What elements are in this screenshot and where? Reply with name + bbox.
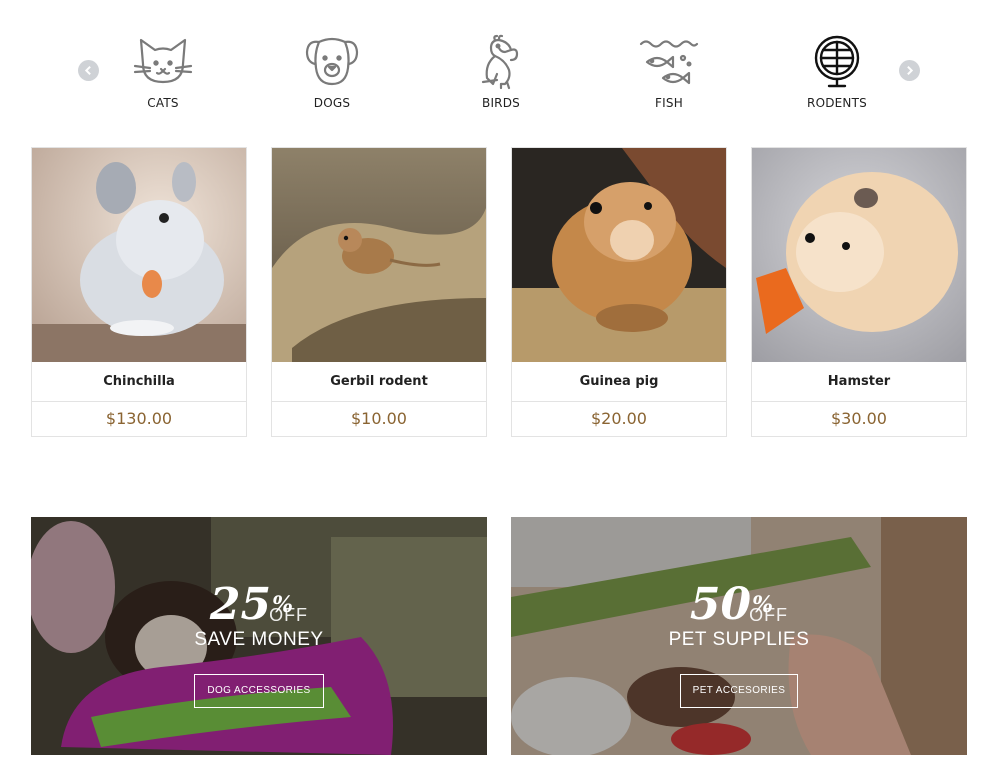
promo-text: 25%OFF SAVE MONEY DOG ACCESSORIES [31,583,487,708]
pet-accessories-button[interactable]: PET ACCESORIES [679,674,799,708]
chevron-right-icon [907,65,914,76]
discount-off-label: OFF [749,605,789,625]
bird-icon [481,34,519,90]
product-price: $130.00 [105,409,173,428]
category-rodents[interactable]: RODENTS [777,34,897,110]
hamster-wheel-icon [814,35,860,88]
product-name[interactable]: Guinea pig [512,362,726,402]
dog-icon [305,37,359,86]
category-label: BIRDS [482,96,520,110]
category-birds[interactable]: BIRDS [441,34,561,110]
fish-icon [639,40,699,85]
promo-text: 50%OFF PET SUPPLIES PET ACCESORIES [511,583,967,708]
promo-banner-dog-accessories[interactable]: 25%OFF SAVE MONEY DOG ACCESSORIES [31,517,487,755]
chinchilla-photo [32,148,246,362]
discount-off-label: OFF [269,605,309,625]
product-image-hamster[interactable] [752,148,966,362]
product-card[interactable]: Guinea pig $20.00 [511,147,727,437]
product-card[interactable]: Chinchilla $130.00 [31,147,247,437]
category-cats[interactable]: CATS [103,34,223,110]
product-card[interactable]: Gerbil rodent $10.00 [271,147,487,437]
cat-icon [133,38,193,84]
category-label: FISH [655,96,683,110]
category-label: RODENTS [807,96,867,110]
product-name[interactable]: Hamster [752,362,966,402]
chevron-left-icon [84,65,91,76]
guinea-pig-photo [512,148,726,362]
product-image-gerbil[interactable] [272,148,486,362]
carousel-prev-button[interactable] [78,60,99,81]
product-name[interactable]: Chinchilla [32,362,246,402]
category-dogs[interactable]: DOGS [272,34,392,110]
product-price: $20.00 [591,409,647,428]
product-card[interactable]: Hamster $30.00 [751,147,967,437]
gerbil-photo [272,148,486,362]
category-label: DOGS [313,96,351,110]
product-price: $30.00 [831,409,887,428]
product-name[interactable]: Gerbil rodent [272,362,486,402]
category-label: CATS [147,96,179,110]
carousel-next-button[interactable] [899,60,920,81]
promo-subtitle: PET SUPPLIES [668,629,810,650]
hamster-photo [752,148,966,362]
promo-banner-pet-supplies[interactable]: 50%OFF PET SUPPLIES PET ACCESORIES [511,517,967,755]
product-image-guinea-pig[interactable] [512,148,726,362]
dog-accessories-button[interactable]: DOG ACCESSORIES [194,674,324,708]
category-carousel: CATS DOGS BIRDS FISH RODENTS [0,0,1005,130]
category-fish[interactable]: FISH [609,34,729,110]
promo-subtitle: SAVE MONEY [194,629,324,650]
product-price: $10.00 [351,409,407,428]
product-image-chinchilla[interactable] [32,148,246,362]
